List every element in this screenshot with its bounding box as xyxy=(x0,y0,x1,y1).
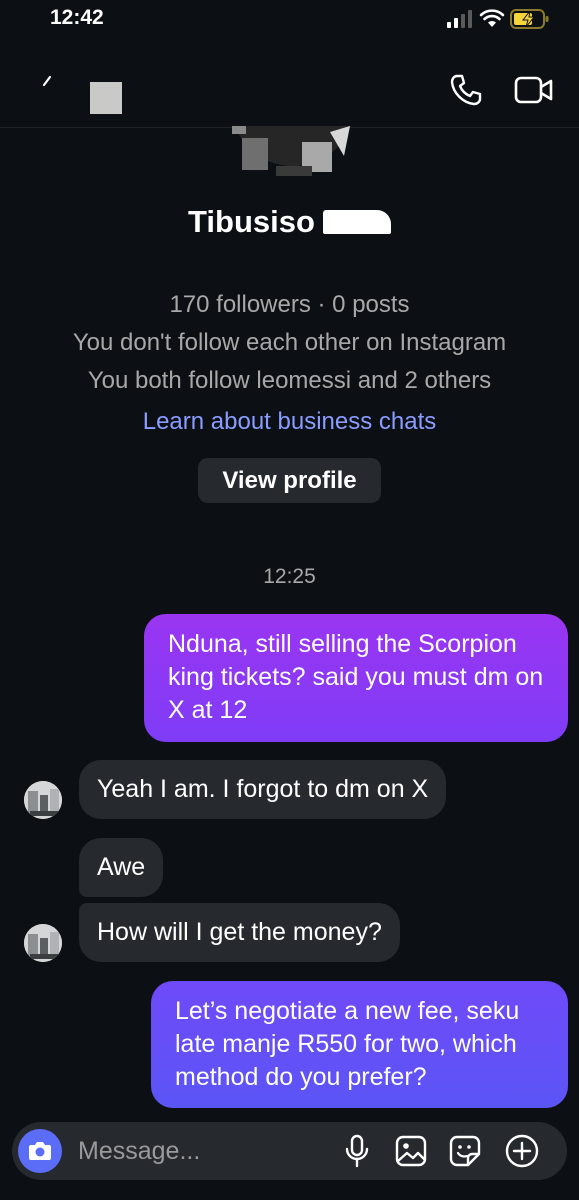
message-timestamp: 12:25 xyxy=(263,565,316,588)
message-input[interactable] xyxy=(78,1130,328,1172)
learn-business-chats-link[interactable]: Learn about business chats xyxy=(0,408,579,436)
profile-name: Tibusiso xyxy=(188,204,315,239)
profile-photo[interactable] xyxy=(232,126,354,198)
incoming-message[interactable]: Awe xyxy=(79,838,164,897)
sender-avatar[interactable] xyxy=(24,924,62,962)
message-composer xyxy=(12,1122,567,1180)
mutual-followers: You both follow leomessi and 2 others xyxy=(87,367,492,394)
incoming-message[interactable]: Yeah I am. I forgot to dm on X xyxy=(79,760,447,819)
camera-button[interactable] xyxy=(18,1129,62,1173)
outgoing-message[interactable]: Let’s negotiate a new fee, seku late man… xyxy=(151,981,568,1108)
signal-icon xyxy=(447,10,472,28)
gallery-icon[interactable] xyxy=(394,1134,428,1168)
chat-header xyxy=(0,44,579,128)
sticker-icon[interactable] xyxy=(448,1134,482,1168)
follow-status: You don't follow each other on Instagram xyxy=(72,329,507,356)
battery-charging-icon xyxy=(510,9,549,29)
view-profile-button[interactable]: View profile xyxy=(198,458,381,503)
microphone-icon[interactable] xyxy=(342,1134,372,1168)
video-icon[interactable] xyxy=(514,72,554,108)
call-icon[interactable] xyxy=(448,72,484,108)
camera-icon xyxy=(29,1142,51,1160)
status-time: 12:42 xyxy=(50,6,104,29)
profile-name-row: Tibusiso xyxy=(0,204,579,240)
wifi-icon xyxy=(479,9,505,27)
incoming-message[interactable]: How will I get the money? xyxy=(79,903,400,962)
status-bar: 12:42 xyxy=(0,0,579,44)
followers-posts: 170 followers · 0 posts xyxy=(169,291,410,318)
plus-icon[interactable] xyxy=(504,1133,540,1169)
outgoing-message[interactable]: Nduna, still selling the Scorpion king t… xyxy=(144,614,568,742)
header-avatar[interactable] xyxy=(90,82,122,114)
back-icon[interactable] xyxy=(36,71,58,95)
sender-avatar[interactable] xyxy=(24,781,62,819)
name-redaction xyxy=(322,210,391,234)
